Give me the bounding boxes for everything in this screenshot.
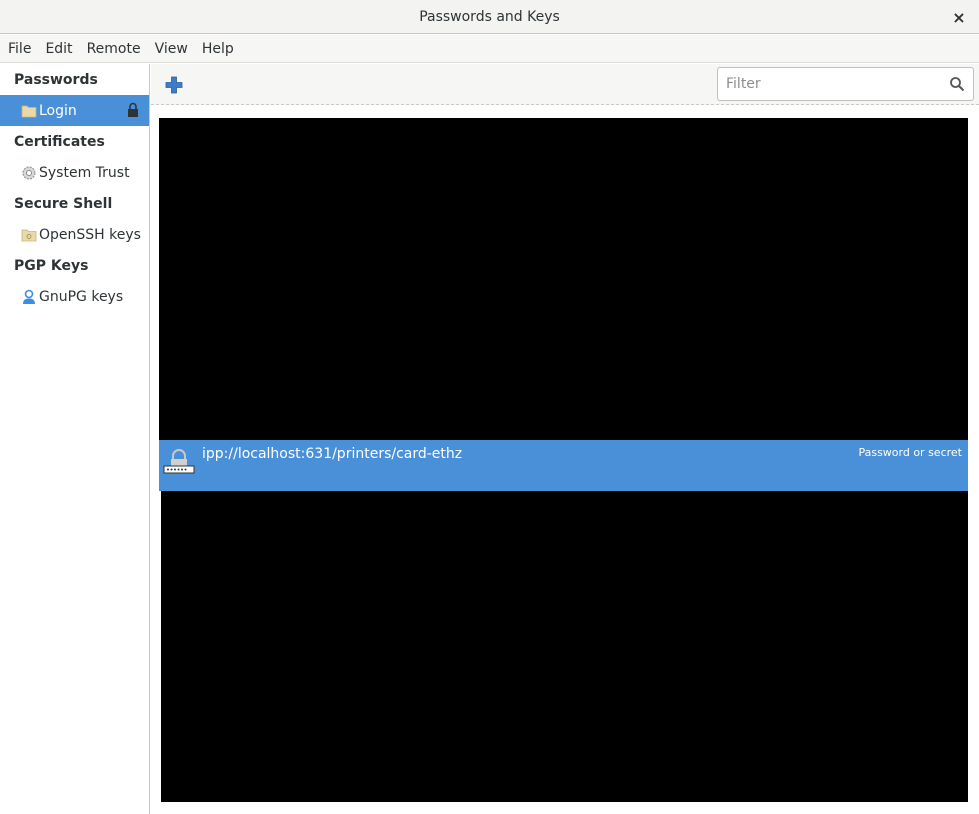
sidebar-header-secure-shell: Secure Shell xyxy=(14,195,113,212)
sidebar: Passwords Login Certificates System Trus… xyxy=(0,64,150,814)
sidebar-item-label: OpenSSH keys xyxy=(39,226,141,243)
menu-remote[interactable]: Remote xyxy=(79,41,147,57)
password-keyring-icon xyxy=(163,449,195,474)
sidebar-item-label: GnuPG keys xyxy=(39,288,124,305)
gear-icon xyxy=(20,165,37,181)
sidebar-item-label: System Trust xyxy=(39,164,130,181)
folder-icon xyxy=(20,227,37,243)
sidebar-item-openssh-keys[interactable]: OpenSSH keys xyxy=(0,219,149,250)
menu-view[interactable]: View xyxy=(147,41,194,57)
folder-icon xyxy=(20,103,37,119)
filter-input[interactable] xyxy=(718,68,943,100)
sidebar-header-passwords: Passwords xyxy=(14,71,98,88)
item-title: ipp://localhost:631/printers/card-ethz xyxy=(202,446,463,462)
redacted-region xyxy=(161,491,968,802)
title-bar: Passwords and Keys × xyxy=(0,0,979,34)
sidebar-item-gnupg-keys[interactable]: GnuPG keys xyxy=(0,281,149,312)
sidebar-header-certificates: Certificates xyxy=(14,133,105,150)
close-button[interactable]: × xyxy=(949,7,969,27)
filter-field[interactable] xyxy=(717,67,974,101)
menu-file[interactable]: File xyxy=(0,41,37,57)
sidebar-item-label: Login xyxy=(39,102,77,119)
sidebar-item-system-trust[interactable]: System Trust xyxy=(0,157,149,188)
list-item-selected[interactable]: ipp://localhost:631/printers/card-ethz P… xyxy=(159,440,968,491)
user-key-icon xyxy=(20,289,37,305)
sidebar-item-login[interactable]: Login xyxy=(0,95,149,126)
window-title: Passwords and Keys xyxy=(419,8,560,25)
close-icon: × xyxy=(952,7,966,27)
menu-bar: File Edit Remote View Help xyxy=(0,35,979,63)
sidebar-header-pgp-keys: PGP Keys xyxy=(14,257,89,274)
menu-help[interactable]: Help xyxy=(194,41,240,57)
search-icon[interactable] xyxy=(949,76,965,92)
menu-edit[interactable]: Edit xyxy=(37,41,78,57)
toolbar xyxy=(151,64,979,105)
lock-icon[interactable] xyxy=(127,102,139,118)
redacted-region xyxy=(159,118,968,440)
item-type: Password or secret xyxy=(858,446,962,459)
plus-icon[interactable] xyxy=(165,76,183,94)
items-list: ipp://localhost:631/printers/card-ethz P… xyxy=(151,106,979,814)
